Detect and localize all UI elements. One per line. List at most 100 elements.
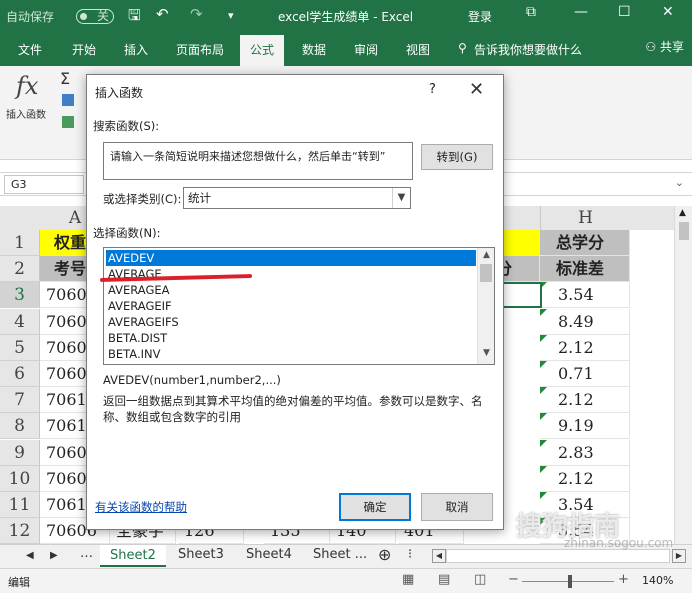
dialog-help-button[interactable]: ?: [429, 82, 436, 97]
add-sheet-icon[interactable]: ⊕: [378, 545, 391, 564]
scroll-up-icon[interactable]: ▲: [478, 250, 494, 260]
tab-data[interactable]: 数据: [302, 41, 326, 58]
row-header-5[interactable]: 5: [0, 334, 40, 361]
row-header-2[interactable]: 2: [0, 256, 40, 283]
hscroll-right-icon[interactable]: ▶: [672, 549, 686, 563]
autosave-toggle[interactable]: 关: [76, 9, 114, 24]
scroll-thumb[interactable]: [480, 264, 492, 282]
function-item-averagea[interactable]: AVERAGEA: [106, 282, 476, 298]
horizontal-scrollbar[interactable]: [446, 549, 670, 563]
chevron-down-icon[interactable]: ▼: [392, 188, 410, 208]
zoom-out-icon[interactable]: −: [508, 572, 519, 587]
error-indicator-icon[interactable]: [540, 387, 547, 395]
column-header-h[interactable]: H: [540, 206, 630, 230]
error-indicator-icon[interactable]: [540, 308, 547, 316]
next-sheet-icon[interactable]: ▶: [50, 550, 58, 561]
tell-me-icon[interactable]: ⚲: [458, 41, 467, 55]
tab-split-dots-icon[interactable]: ⁝: [408, 547, 412, 562]
row-header-6[interactable]: 6: [0, 361, 40, 387]
row-header-11[interactable]: 11: [0, 492, 40, 518]
autosum-icon[interactable]: Σ: [60, 69, 70, 88]
row-header-9[interactable]: 9: [0, 439, 40, 466]
more-sheets-icon[interactable]: …: [80, 546, 93, 561]
sheet-tab-more[interactable]: Sheet ...: [313, 547, 367, 562]
scroll-down-icon[interactable]: ▼: [478, 348, 494, 358]
cell-h2[interactable]: 标准差: [540, 256, 630, 283]
function-item-averageif[interactable]: AVERAGEIF: [106, 298, 476, 314]
cell-h6[interactable]: 0.71: [540, 361, 630, 387]
vertical-scrollbar[interactable]: ▲: [674, 206, 692, 544]
tab-insert[interactable]: 插入: [124, 41, 148, 58]
scroll-up-icon[interactable]: ▲: [679, 208, 686, 218]
cell-h9[interactable]: 2.83: [540, 439, 630, 466]
error-indicator-icon[interactable]: [540, 465, 547, 473]
minimize-icon[interactable]: —: [574, 4, 588, 20]
cell-h8[interactable]: 9.19: [540, 413, 630, 440]
cell-h3[interactable]: 3.54: [540, 282, 630, 309]
error-indicator-icon[interactable]: [540, 492, 547, 499]
name-box[interactable]: G3: [4, 175, 84, 194]
tab-page-layout[interactable]: 页面布局: [176, 41, 224, 58]
row-header-1[interactable]: 1: [0, 230, 40, 256]
sheet-tab-sheet3[interactable]: Sheet3: [178, 547, 224, 562]
scroll-thumb[interactable]: [679, 222, 689, 240]
page-layout-view-icon[interactable]: ▤: [438, 572, 450, 587]
tab-review[interactable]: 审阅: [354, 41, 378, 58]
row-header-7[interactable]: 7: [0, 387, 40, 414]
row-header-12[interactable]: 12: [0, 518, 40, 544]
function-list-scrollbar[interactable]: ▲ ▼: [477, 248, 494, 364]
cell-h5[interactable]: 2.12: [540, 334, 630, 361]
save-icon[interactable]: 🖫: [128, 5, 141, 30]
ok-button[interactable]: 确定: [339, 493, 411, 521]
fx-icon[interactable]: fx: [16, 72, 38, 100]
customize-toolbar-icon[interactable]: ▾: [228, 9, 234, 22]
normal-view-icon[interactable]: ▦: [402, 572, 414, 587]
cell-h1[interactable]: 总学分: [540, 230, 630, 256]
prev-sheet-icon[interactable]: ◀: [26, 550, 34, 561]
hscroll-left-icon[interactable]: ◀: [432, 549, 446, 563]
sheet-tab-sheet4[interactable]: Sheet4: [246, 547, 292, 562]
tell-me-box[interactable]: 告诉我你想要做什么: [474, 41, 582, 58]
sheet-tab-sheet2[interactable]: Sheet2: [100, 545, 166, 567]
ribbon-display-icon[interactable]: ⧉: [526, 4, 536, 20]
function-item-averageifs[interactable]: AVERAGEIFS: [106, 314, 476, 330]
cancel-button[interactable]: 取消: [421, 493, 493, 521]
cell-h7[interactable]: 2.12: [540, 387, 630, 414]
dialog-close-icon[interactable]: ✕: [469, 79, 484, 100]
category-select[interactable]: 统计 ▼: [183, 187, 411, 209]
zoom-slider-thumb[interactable]: [568, 575, 572, 588]
function-item-beta-dist[interactable]: BETA.DIST: [106, 330, 476, 346]
row-header-3[interactable]: 3: [0, 282, 40, 309]
cell-h10[interactable]: 2.12: [540, 465, 630, 492]
row-header-10[interactable]: 10: [0, 465, 40, 492]
zoom-level[interactable]: 140%: [642, 574, 673, 587]
close-window-icon[interactable]: ✕: [662, 4, 674, 20]
select-all-corner[interactable]: [0, 206, 40, 230]
tab-formulas[interactable]: 公式: [240, 35, 285, 66]
row-header-4[interactable]: 4: [0, 308, 40, 335]
error-indicator-icon[interactable]: [540, 439, 547, 447]
page-break-view-icon[interactable]: ◫: [474, 572, 486, 587]
login-link[interactable]: 登录: [468, 8, 492, 25]
tab-file[interactable]: 文件: [18, 41, 42, 58]
error-indicator-icon[interactable]: [540, 413, 547, 421]
share-button[interactable]: ⚇ 共享: [645, 38, 684, 55]
expand-formula-bar-icon[interactable]: ⌄: [675, 176, 684, 189]
goto-button[interactable]: 转到(G): [421, 144, 493, 170]
insert-function-label[interactable]: 插入函数: [6, 106, 46, 121]
redo-icon[interactable]: ↷: [190, 5, 203, 23]
error-indicator-icon[interactable]: [540, 361, 547, 368]
function-help-link[interactable]: 有关该函数的帮助: [95, 499, 187, 515]
undo-icon[interactable]: ↶: [156, 5, 169, 23]
zoom-in-icon[interactable]: +: [618, 572, 629, 587]
recent-functions-icon[interactable]: [62, 94, 74, 106]
function-item-beta-inv[interactable]: BETA.INV: [106, 346, 476, 362]
function-item-avedev[interactable]: AVEDEV: [106, 250, 476, 266]
search-function-input[interactable]: 请输入一条简短说明来描述您想做什么，然后单击“转到”: [103, 142, 413, 180]
function-list[interactable]: AVEDEV AVERAGE AVERAGEA AVERAGEIF AVERAGEIFS…: [103, 247, 495, 365]
row-header-8[interactable]: 8: [0, 413, 40, 440]
maximize-icon[interactable]: ☐: [618, 4, 631, 20]
column-header-i[interactable]: [630, 206, 674, 230]
cell-h4[interactable]: 8.49: [540, 308, 630, 335]
error-indicator-icon[interactable]: [540, 334, 547, 342]
